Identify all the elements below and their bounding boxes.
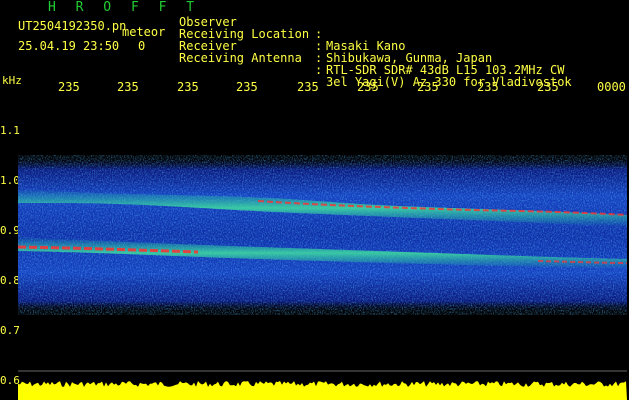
time-tick-label: 0000 <box>597 80 626 94</box>
frequency-unit-label: kHz <box>2 74 22 87</box>
detection-label: meteor <box>122 25 166 39</box>
freq-tick-label: 0.9 <box>0 224 20 237</box>
noise-texture <box>18 155 627 315</box>
time-tick-label: 235 <box>177 80 199 94</box>
time-tick-label: 235 <box>537 80 559 94</box>
image-filename: UT2504192350.pn <box>18 19 127 33</box>
spectrogram-plot <box>18 97 627 400</box>
freq-tick-label: 0.8 <box>0 274 20 287</box>
freq-tick-label: 1.0 <box>0 174 20 187</box>
date-time: 25.04.19 23:50 <box>18 39 120 53</box>
freq-tick-label: 0.7 <box>0 324 20 337</box>
freq-tick-label: 1.1 <box>0 124 20 137</box>
amplitude-strip <box>18 381 627 400</box>
time-tick-label: 235 <box>417 80 439 94</box>
time-tick-label: 235 <box>117 80 139 94</box>
amplitude-trace <box>18 381 627 400</box>
time-tick-label: 235 <box>236 80 258 94</box>
time-tick-label: 235 <box>357 80 379 94</box>
time-tick-label: 235 <box>58 80 80 94</box>
freq-tick-label: 0.6 <box>0 374 20 387</box>
time-tick-label: 235 <box>297 80 319 94</box>
app-title: H R O F F T <box>48 0 201 15</box>
time-tick-label: 235 <box>477 80 499 94</box>
metadata-key: Receiving Antenna <box>179 51 302 65</box>
meteor-count: 0 <box>138 39 146 53</box>
